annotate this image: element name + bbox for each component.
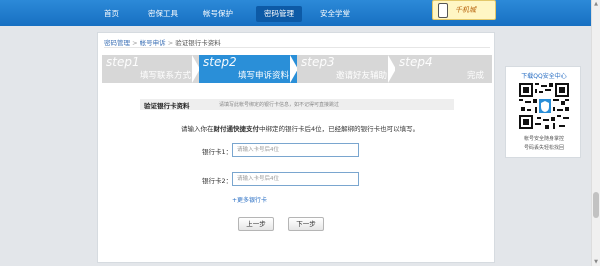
next-step-button[interactable]: 下一步 bbox=[288, 217, 324, 231]
top-nav: 首页 密保工具 帐号保护 密码管理 安全学堂 千机城 bbox=[0, 0, 591, 26]
qr-panel-title[interactable]: 下载QQ安全中心 bbox=[506, 71, 582, 80]
step-3-label: 邀请好友辅助 bbox=[335, 71, 387, 81]
step-4-label: 完成 bbox=[466, 71, 484, 81]
scrollbar-thumb[interactable] bbox=[593, 192, 599, 218]
step-arrow-icon bbox=[192, 55, 199, 83]
breadcrumb-account-appeal[interactable]: 帐号申诉 bbox=[140, 39, 166, 47]
breadcrumb-current: 验证银行卡资料 bbox=[175, 39, 221, 47]
breadcrumb-separator: > bbox=[132, 39, 138, 47]
instruction-text: 请输入你在财付通快捷支付中绑定的银行卡后4位，已经解绑的银行卡也可以填写。 bbox=[181, 125, 420, 133]
qr-code-icon[interactable] bbox=[519, 83, 569, 129]
step-1-label: 填写联系方式 bbox=[139, 71, 191, 81]
step-4-number: step4 bbox=[399, 55, 433, 69]
step-1: step1 填写联系方式 bbox=[102, 55, 199, 83]
breadcrumb: 密码管理 > 帐号申诉 > 验证银行卡资料 bbox=[104, 37, 221, 47]
bank-card-2-input[interactable] bbox=[232, 172, 359, 186]
step-2: step2 填写申诉资料 bbox=[199, 55, 297, 83]
step-2-number: step2 bbox=[203, 55, 237, 69]
section-description: 请填写此帐号绑定的银行卡信息，如不记得可直接跳过 bbox=[219, 102, 340, 108]
qr-caption-2: 号码丢失轻松找回 bbox=[523, 145, 564, 151]
divider bbox=[104, 47, 490, 48]
page-scrollbar[interactable]: ▲ ▼ bbox=[591, 0, 600, 266]
phone-icon bbox=[438, 3, 448, 18]
promo-banner[interactable]: 千机城 bbox=[432, 0, 496, 20]
nav-security-school[interactable]: 安全学堂 bbox=[320, 8, 350, 20]
step-1-number: step1 bbox=[106, 55, 140, 69]
bank-card-1-label: 银行卡1： bbox=[202, 148, 233, 156]
payment-service-name: 财付通快捷支付 bbox=[213, 125, 260, 133]
step-arrow-icon bbox=[290, 55, 297, 83]
step-3: step3 邀请好友辅助 bbox=[297, 55, 395, 83]
breadcrumb-password-management[interactable]: 密码管理 bbox=[104, 39, 130, 47]
breadcrumb-separator: > bbox=[167, 39, 174, 47]
nav-password-management[interactable]: 密码管理 bbox=[256, 6, 302, 22]
nav-account-protection[interactable]: 帐号保护 bbox=[203, 8, 233, 20]
nav-home[interactable]: 首页 bbox=[104, 8, 119, 20]
bank-card-2-label: 银行卡2： bbox=[202, 177, 233, 185]
step-4: step4 完成 bbox=[395, 55, 492, 83]
add-more-cards-link[interactable]: +更多银行卡 bbox=[232, 195, 267, 204]
scroll-down-icon[interactable]: ▼ bbox=[593, 259, 599, 265]
qr-download-panel: 下载QQ安全中心 帐号安全随身掌控 号码丢失轻松找回 bbox=[505, 66, 581, 158]
nav-security-tools[interactable]: 密保工具 bbox=[148, 8, 178, 20]
step-2-label: 填写申诉资料 bbox=[237, 71, 289, 81]
step-arrow-icon bbox=[388, 55, 395, 83]
scroll-up-icon[interactable]: ▲ bbox=[593, 1, 599, 7]
main-panel: 密码管理 > 帐号申诉 > 验证银行卡资料 step1 填写联系方式 step2… bbox=[97, 32, 495, 263]
section-title: 验证银行卡资料 bbox=[144, 102, 190, 110]
prev-step-button[interactable]: 上一步 bbox=[238, 217, 274, 231]
promo-text: 千机城 bbox=[455, 6, 476, 14]
step-3-number: step3 bbox=[301, 55, 335, 69]
bank-card-1-input[interactable] bbox=[232, 143, 359, 157]
step-progress: step1 填写联系方式 step2 填写申诉资料 step3 邀请好友辅助 s… bbox=[102, 55, 492, 83]
qr-caption-1: 帐号安全随身掌控 bbox=[523, 136, 564, 142]
section-header: 验证银行卡资料 请填写此帐号绑定的银行卡信息，如不记得可直接跳过 bbox=[140, 99, 454, 110]
